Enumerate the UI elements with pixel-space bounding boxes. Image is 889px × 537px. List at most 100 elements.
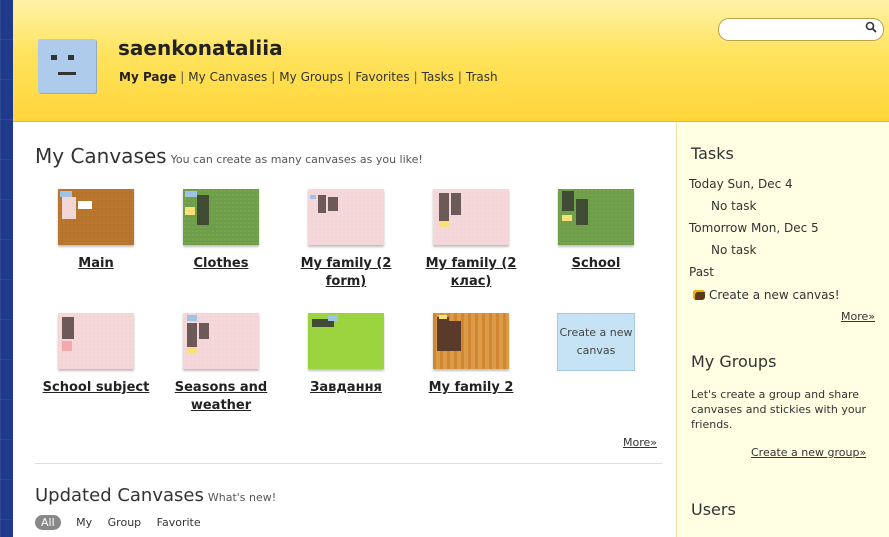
filter-favorite[interactable]: Favorite — [157, 516, 201, 529]
task-icon — [693, 290, 705, 300]
canvas-label[interactable]: School subject — [36, 379, 156, 397]
avatar-mouth — [58, 72, 76, 75]
search-input[interactable] — [729, 22, 863, 38]
sticky-note — [199, 323, 209, 339]
my-canvases-title: My Canvases — [35, 144, 167, 168]
avatar-eye — [51, 55, 57, 60]
groups-title: My Groups — [691, 352, 777, 371]
create-canvas-label: Create a new canvas — [559, 326, 633, 357]
sticky-note — [62, 341, 72, 351]
create-canvas-card[interactable]: Create a new canvas — [536, 313, 656, 371]
updated-canvases-heading: Updated Canvases What's new! — [35, 485, 276, 506]
canvas-card[interactable]: School — [536, 189, 656, 273]
sticky-note — [562, 215, 572, 221]
nav-separator: | — [347, 70, 352, 84]
create-group-link[interactable]: Create a new group» — [751, 446, 866, 459]
header: saenkonataliia My Page | My Canvases | My Gr… — [13, 0, 889, 122]
canvas-card[interactable]: School subject — [36, 313, 156, 397]
filter-all[interactable]: All — [35, 515, 61, 530]
username: saenkonataliia — [118, 36, 283, 60]
canvas-card[interactable]: Clothes — [161, 189, 281, 273]
canvas-label[interactable]: School — [536, 255, 656, 273]
filter-group[interactable]: Group — [108, 516, 142, 529]
past-task-item[interactable]: Create a new canvas! — [693, 288, 840, 302]
nav-my-groups[interactable]: My Groups — [279, 70, 343, 84]
canvas-card[interactable]: Main — [36, 189, 156, 273]
my-canvases-subtitle: You can create as many canvases as you l… — [170, 153, 423, 166]
avatar[interactable] — [38, 39, 96, 93]
canvas-card[interactable]: My family (2 form) — [286, 189, 406, 291]
sticky-note — [62, 317, 74, 339]
search-box — [718, 18, 884, 41]
sticky-note — [187, 323, 197, 347]
main-nav: My Page | My Canvases | My Groups | Favorites |… — [119, 70, 498, 84]
canvas-card[interactable]: My family 2 — [411, 313, 531, 397]
canvas-card[interactable]: Завдання — [286, 313, 406, 397]
canvas-thumbnail[interactable] — [58, 189, 134, 245]
canvas-thumbnail[interactable] — [433, 313, 509, 369]
sticky-note — [187, 347, 197, 353]
nav-my-page[interactable]: My Page — [119, 70, 176, 84]
past-label: Past — [689, 265, 715, 279]
sticky-note — [187, 315, 197, 321]
canvas-label[interactable]: My family (2 клас) — [411, 255, 531, 291]
updated-canvases-subtitle: What's new! — [207, 491, 277, 504]
avatar-eye — [68, 55, 74, 60]
canvas-thumbnail[interactable] — [433, 189, 509, 245]
canvas-label[interactable]: Seasons and weather — [161, 379, 281, 415]
filter-tabs: All My Group Favorite — [35, 515, 213, 530]
sticky-note — [328, 197, 338, 211]
nav-trash[interactable]: Trash — [466, 70, 498, 84]
canvas-label[interactable]: Main — [36, 255, 156, 273]
users-title: Users — [691, 500, 736, 519]
sticky-note — [439, 221, 449, 227]
tomorrow-label: Tomorrow Mon, Dec 5 — [689, 221, 819, 235]
divider — [35, 463, 662, 464]
nav-separator: | — [413, 70, 418, 84]
today-task: No task — [711, 199, 757, 213]
canvas-label[interactable]: Clothes — [161, 255, 281, 273]
canvas-label[interactable]: My family (2 form) — [286, 255, 406, 291]
sticky-note — [78, 201, 92, 209]
nav-separator: | — [271, 70, 276, 84]
canvas-label[interactable]: My family 2 — [411, 379, 531, 397]
nav-tasks[interactable]: Tasks — [422, 70, 454, 84]
groups-description: Let's create a group and share canvases … — [691, 388, 867, 431]
sticky-note — [197, 195, 209, 225]
sidebar: Tasks Today Sun, Dec 4 No task Tomorrow … — [676, 122, 889, 537]
tomorrow-task: No task — [711, 243, 757, 257]
canvas-thumbnail[interactable] — [308, 189, 384, 245]
canvas-label[interactable]: Завдання — [286, 379, 406, 397]
main-content: My Canvases You can create as many canvas… — [13, 122, 675, 537]
sticky-note — [449, 321, 461, 351]
nav-my-canvases[interactable]: My Canvases — [188, 70, 267, 84]
canvas-thumbnail[interactable] — [58, 313, 134, 369]
search-icon[interactable] — [865, 21, 877, 37]
nav-separator: | — [180, 70, 185, 84]
sticky-note — [62, 197, 76, 219]
filter-my[interactable]: My — [76, 516, 92, 529]
canvas-thumbnail[interactable] — [308, 313, 384, 369]
nav-favorites[interactable]: Favorites — [355, 70, 409, 84]
sticky-note — [437, 317, 449, 351]
sticky-note — [318, 195, 326, 213]
nav-separator: | — [457, 70, 462, 84]
sticky-note — [328, 315, 338, 321]
create-canvas-button[interactable]: Create a new canvas — [557, 313, 635, 371]
canvas-card[interactable]: Seasons and weather — [161, 313, 281, 415]
canvas-thumbnail[interactable] — [183, 189, 259, 245]
canvas-thumbnail[interactable] — [558, 189, 634, 245]
sticky-note — [576, 199, 588, 225]
canvas-card[interactable]: My family (2 клас) — [411, 189, 531, 291]
canvas-thumbnail[interactable] — [183, 313, 259, 369]
sticky-note — [562, 191, 574, 211]
tasks-title: Tasks — [691, 144, 734, 163]
app-window: saenkonataliia My Page | My Canvases | My Gr… — [13, 0, 889, 537]
past-task-label: Create a new canvas! — [709, 288, 840, 302]
sticky-note — [310, 195, 316, 199]
sticky-note — [451, 193, 461, 215]
section-title: My Canvases You can create as many canvas… — [35, 144, 423, 168]
sticky-note — [185, 207, 195, 215]
more-canvases-link[interactable]: More» — [623, 436, 657, 449]
tasks-more-link[interactable]: More» — [841, 310, 875, 323]
